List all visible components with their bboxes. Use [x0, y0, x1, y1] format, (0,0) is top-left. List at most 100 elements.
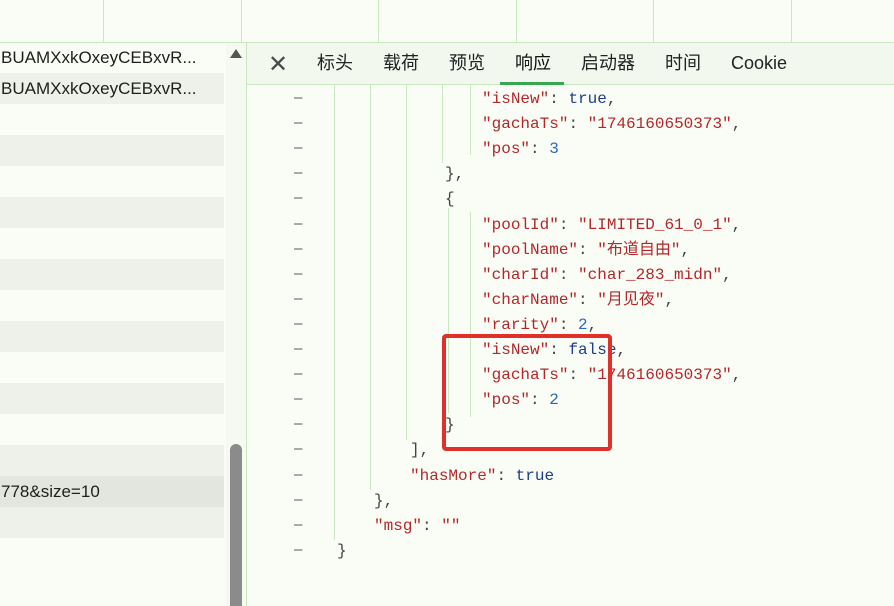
request-row[interactable] — [0, 538, 224, 569]
json-line: "isNew": true, — [482, 90, 617, 108]
request-row[interactable] — [0, 383, 224, 414]
request-row[interactable] — [0, 135, 224, 166]
json-trailing-punctuation: , — [731, 215, 742, 234]
json-line: }, — [374, 489, 393, 514]
request-row[interactable] — [0, 197, 224, 228]
column-separator — [103, 0, 104, 42]
request-row-label — [0, 358, 1, 377]
column-separator — [241, 0, 242, 42]
request-list: BUAMXxkOxeyCEBxvR... BUAMXxkOxeyCEBxvR...… — [0, 43, 226, 606]
collapse-dash-icon[interactable]: – — [294, 538, 306, 563]
request-row-label — [0, 544, 1, 563]
request-row-label — [0, 327, 1, 346]
json-punctuation: } — [337, 541, 347, 560]
request-row[interactable] — [0, 321, 224, 352]
json-trailing-punctuation: , — [664, 290, 675, 309]
request-row[interactable] — [0, 507, 224, 538]
json-value: LIMITED_61_0_1 — [587, 215, 723, 234]
request-row-label: 778&size=10 — [1, 482, 100, 501]
tab-response[interactable]: 响应 — [515, 43, 551, 84]
request-row[interactable] — [0, 259, 224, 290]
json-value: 布道自由 — [606, 240, 671, 259]
collapse-dash-icon[interactable]: – — [294, 212, 306, 237]
json-punctuation: }, — [374, 491, 394, 510]
json-key: rarity — [491, 315, 550, 334]
column-separator — [791, 0, 792, 42]
collapse-dash-icon[interactable]: – — [294, 387, 306, 412]
request-row-label: BUAMXxkOxeyCEBxvR... — [1, 79, 197, 98]
request-row-label — [0, 451, 1, 470]
json-trailing-punctuation: , — [731, 115, 742, 134]
json-line: "msg": "" — [374, 516, 461, 535]
request-row-label: BUAMXxkOxeyCEBxvR... — [1, 48, 197, 67]
request-row[interactable]: BUAMXxkOxeyCEBxvR... — [0, 43, 224, 73]
collapse-dash-icon[interactable]: – — [294, 412, 306, 437]
request-row-label — [0, 110, 1, 129]
json-line: "charId": "char_283_midn", — [482, 265, 732, 284]
json-line: "charName": "月见夜", — [482, 290, 675, 309]
collapse-dash-icon[interactable]: – — [294, 186, 306, 211]
json-key: poolId — [491, 215, 550, 234]
json-value: char_283_midn — [587, 265, 713, 284]
request-row-label — [0, 203, 1, 222]
json-punctuation: { — [445, 190, 455, 209]
collapse-dash-icon[interactable]: – — [294, 337, 306, 362]
json-line: "pos": 3 — [482, 140, 559, 159]
close-icon[interactable]: ✕ — [264, 51, 292, 77]
json-value: 2 — [578, 315, 588, 334]
json-key: charId — [491, 265, 550, 284]
json-punctuation: }, — [445, 165, 465, 184]
collapse-dash-icon[interactable]: – — [294, 437, 306, 462]
json-line: ], — [410, 438, 429, 463]
indent-guide — [334, 85, 335, 540]
tab-cookies[interactable]: Cookie — [731, 43, 787, 84]
tab-initiator[interactable]: 启动器 — [581, 43, 635, 84]
request-row-label — [0, 172, 1, 191]
json-line: "poolId": "LIMITED_61_0_1", — [482, 215, 742, 234]
json-line: "poolName": "布道自由", — [482, 240, 691, 259]
collapse-dash-icon[interactable]: – — [294, 312, 306, 337]
request-row[interactable] — [0, 290, 224, 321]
json-key: isNew — [491, 90, 540, 108]
request-row[interactable] — [0, 228, 224, 259]
json-line: "gachaTs": "1746160650373", — [482, 115, 742, 134]
request-row-label — [0, 420, 1, 439]
request-row[interactable] — [0, 166, 224, 197]
collapse-dash-icon[interactable]: – — [294, 488, 306, 513]
json-key: hasMore — [419, 466, 487, 485]
request-row[interactable] — [0, 414, 224, 445]
json-value: 1746160650373 — [597, 115, 723, 134]
collapse-dash-icon[interactable]: – — [294, 362, 306, 387]
json-key: msg — [383, 516, 413, 535]
tab-payload[interactable]: 载荷 — [383, 43, 419, 84]
collapse-dash-icon[interactable]: – — [294, 237, 306, 262]
request-row[interactable] — [0, 445, 224, 476]
tab-headers[interactable]: 标头 — [317, 43, 353, 84]
request-row-label — [0, 513, 1, 532]
scrollbar-thumb[interactable] — [230, 444, 242, 606]
tab-timing[interactable]: 时间 — [665, 43, 701, 84]
collapse-dash-icon[interactable]: – — [294, 111, 306, 136]
indent-guide — [470, 85, 471, 155]
request-row-label — [0, 265, 1, 284]
collapse-dash-icon[interactable]: – — [294, 287, 306, 312]
scroll-up-arrow-icon[interactable] — [230, 49, 242, 58]
collapse-dash-icon[interactable]: – — [294, 463, 306, 488]
collapse-dash-icon[interactable]: – — [294, 161, 306, 186]
request-row[interactable] — [0, 352, 224, 383]
collapse-dash-icon[interactable]: – — [294, 86, 306, 111]
indent-guide — [406, 85, 407, 440]
collapse-dash-icon[interactable]: – — [294, 262, 306, 287]
request-row[interactable]: BUAMXxkOxeyCEBxvR... — [0, 73, 224, 104]
tab-preview[interactable]: 预览 — [449, 43, 485, 84]
json-key: poolName — [491, 240, 569, 259]
json-line: { — [445, 187, 455, 212]
json-trailing-punctuation: , — [616, 341, 627, 359]
json-line: "hasMore": true — [410, 466, 555, 485]
request-row-label — [0, 389, 1, 408]
request-row[interactable] — [0, 104, 224, 135]
request-row[interactable]: 778&size=10 — [0, 476, 224, 507]
collapse-dash-icon[interactable]: – — [294, 136, 306, 161]
collapse-dash-icon[interactable]: – — [294, 513, 306, 538]
column-separator — [653, 0, 654, 42]
